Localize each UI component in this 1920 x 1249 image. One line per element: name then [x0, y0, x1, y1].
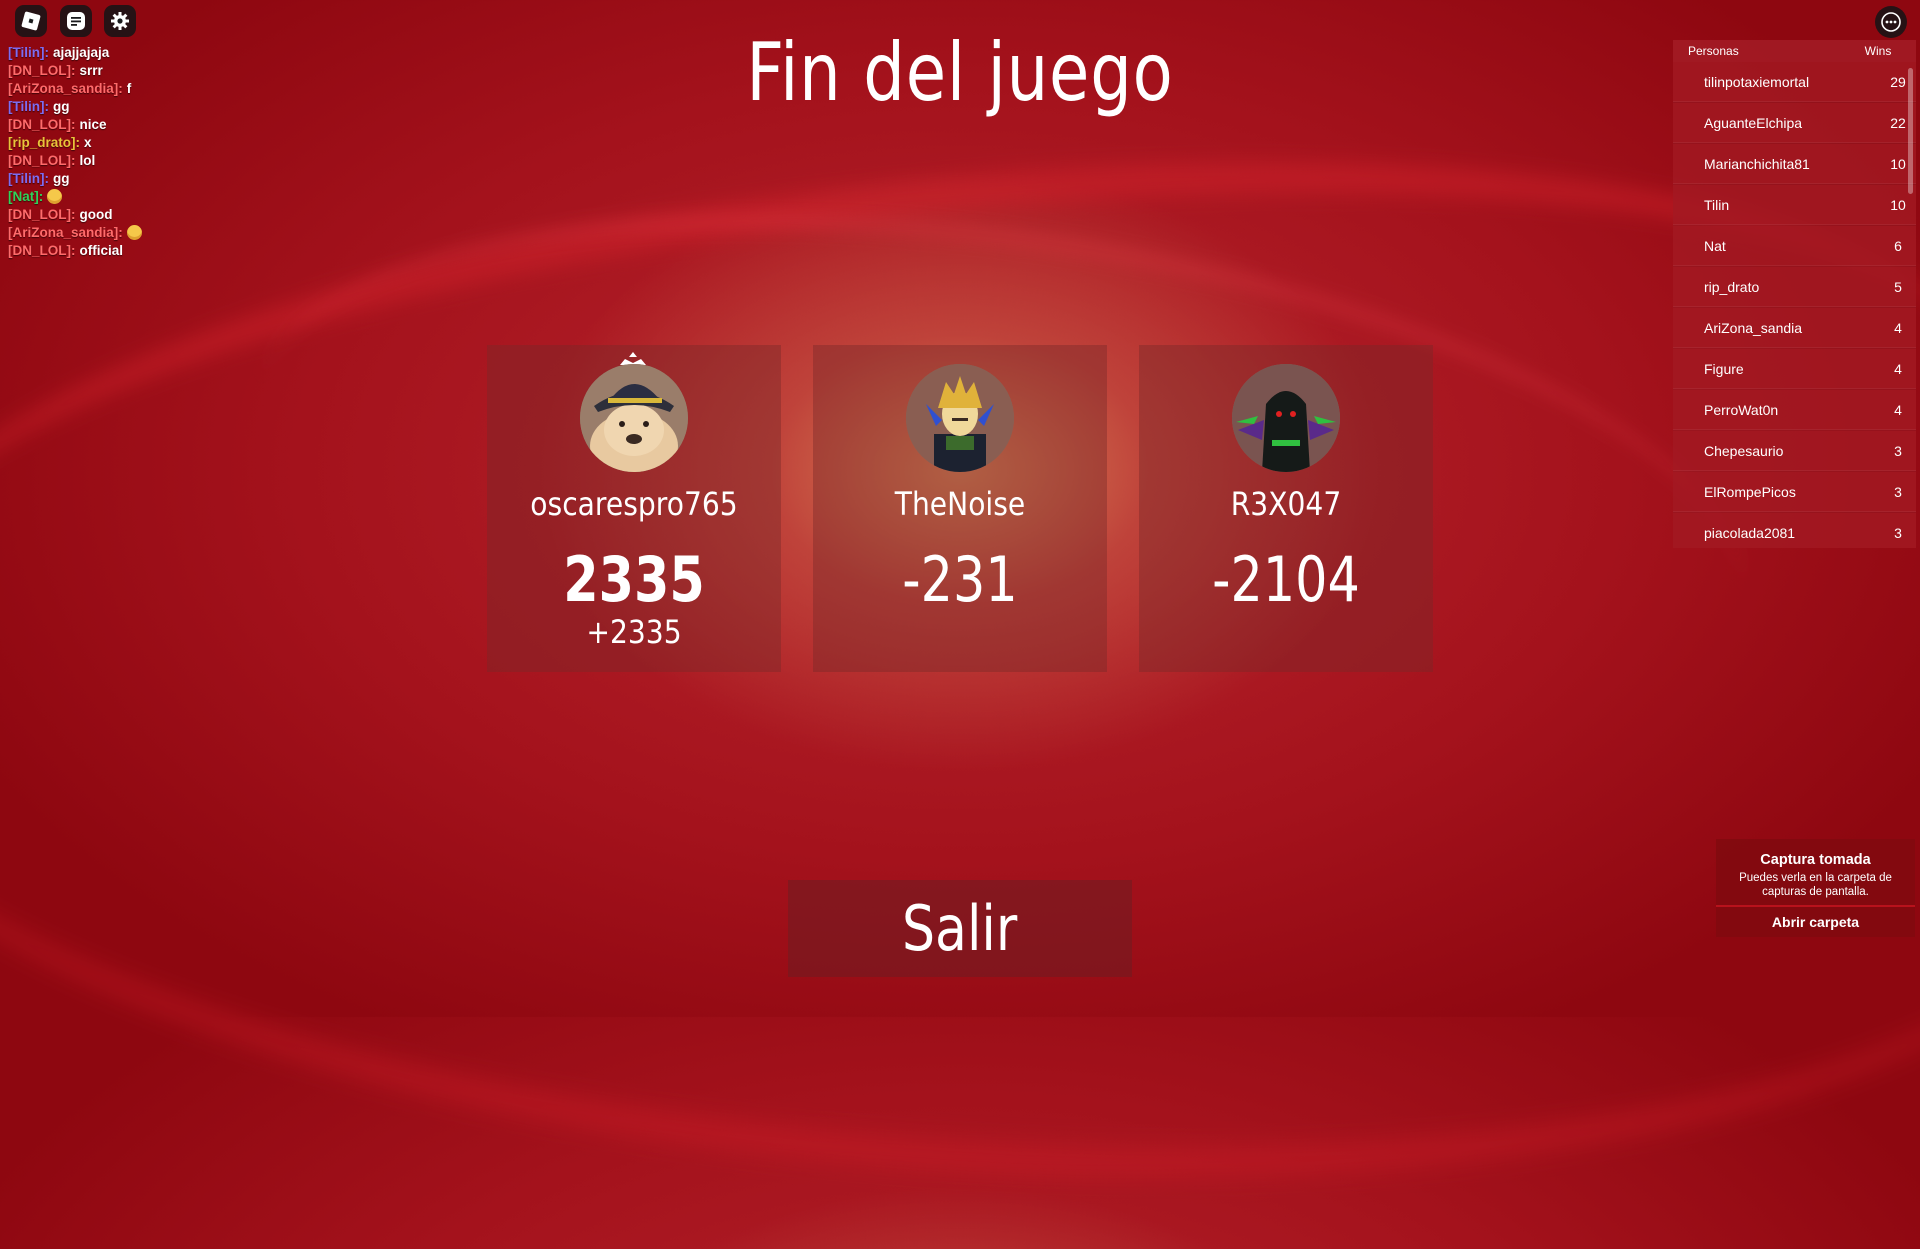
chat-author[interactable]: [DN_LOL]: [8, 243, 76, 258]
player-score-delta: +2335 [586, 613, 682, 651]
leaderboard-player-name: Nat [1704, 237, 1726, 254]
chat-author[interactable]: [Tilin]: [8, 99, 49, 114]
player-score: -231 [902, 543, 1018, 616]
chat-author[interactable]: [Tilin]: [8, 45, 49, 60]
grinning-sweat-emoji [47, 189, 63, 204]
page-title: Fin del juego [746, 26, 1174, 119]
player-score: 2335 [563, 543, 705, 616]
player-score: -2104 [1212, 543, 1360, 616]
leaderboard-wins: 4 [1894, 401, 1902, 418]
chat-author[interactable]: [Tilin]: [8, 171, 49, 186]
player-name: TheNoise [894, 485, 1026, 523]
chat-message: [Tilin]: gg [8, 170, 208, 188]
chat-text: gg [53, 171, 70, 186]
chat-icon [67, 12, 85, 30]
chat-text: lol [79, 153, 96, 168]
player-avatar [1232, 364, 1340, 472]
player-name: R3X047 [1230, 485, 1342, 523]
leaderboard-row[interactable]: rip_drato 5 [1673, 267, 1916, 307]
more-options-icon [1881, 12, 1901, 32]
leaderboard-player-name: AguanteElchipa [1704, 114, 1803, 131]
roblox-logo-icon [21, 11, 41, 31]
leaderboard-player-name: PerroWat0n [1704, 401, 1779, 418]
chat-message: [DN_LOL]: lol [8, 152, 208, 170]
leaderboard-player-name: ElRompePicos [1704, 483, 1796, 500]
leaderboard-player-name: rip_drato [1704, 278, 1760, 295]
chat-author[interactable]: [AriZona_sandia]: [8, 81, 123, 96]
chat-text: good [79, 207, 113, 222]
leaderboard-row[interactable]: Chepesaurio 3 [1673, 431, 1916, 471]
chat-message: [DN_LOL]: good [8, 206, 208, 224]
player-name: oscarespro765 [530, 485, 738, 523]
player-card: oscarespro765 2335 +2335 [487, 345, 781, 672]
settings-button[interactable] [104, 5, 136, 37]
gear-icon [111, 12, 129, 30]
chat-message: [Nat]: [8, 188, 208, 206]
leaderboard-wins: 6 [1894, 237, 1902, 254]
toast-body: Puedes verla en la carpeta de capturas d… [1739, 872, 1892, 898]
player-avatar [906, 364, 1014, 472]
leaderboard-wins: 10 [1890, 196, 1906, 213]
leaderboard-player-name: Tilin [1704, 196, 1730, 213]
chat-author[interactable]: [DN_LOL]: [8, 153, 76, 168]
chat-text: nice [79, 117, 107, 132]
chat-text: x [84, 135, 92, 150]
leaderboard-row[interactable]: PerroWat0n 4 [1673, 390, 1916, 430]
leaderboard-row[interactable]: tilinpotaxiemortal 29 [1673, 62, 1916, 102]
leaderboard-row[interactable]: Tilin 10 [1673, 185, 1916, 225]
toast-title: Captura tomada [1760, 852, 1871, 868]
chat-author[interactable]: [DN_LOL]: [8, 207, 76, 222]
leaderboard-player-name: Chepesaurio [1704, 442, 1784, 459]
leaderboard-wins: 4 [1894, 319, 1902, 336]
chat-text: srrr [79, 63, 103, 78]
leaderboard-row[interactable]: ElRompePicos 3 [1673, 472, 1916, 512]
chat-author[interactable]: [AriZona_sandia]: [8, 225, 123, 240]
leaderboard-player-name: Figure [1704, 360, 1744, 377]
leaderboard-scrollbar[interactable] [1908, 68, 1913, 194]
chat-text: gg [53, 99, 70, 114]
grinning-sweat-emoji [126, 225, 142, 240]
leaderboard-wins: 3 [1894, 524, 1902, 541]
chat-text: official [79, 243, 124, 258]
exit-button-label: Salir [902, 892, 1018, 965]
leaderboard-col-name: Personas [1688, 44, 1739, 58]
leaderboard: Personas Wins tilinpotaxiemortal 29 Aguant… [1673, 40, 1916, 548]
open-folder-button[interactable]: Abrir carpeta [1716, 905, 1915, 937]
leaderboard-row[interactable]: piacolada2081 3 [1673, 513, 1916, 548]
exit-button[interactable]: Salir [788, 880, 1132, 977]
leaderboard-wins: 5 [1894, 278, 1902, 295]
leaderboard-player-name: piacolada2081 [1704, 524, 1796, 541]
chat-author[interactable]: [DN_LOL]: [8, 63, 76, 78]
chat-author[interactable]: [DN_LOL]: [8, 117, 76, 132]
leaderboard-wins: 3 [1894, 483, 1902, 500]
leaderboard-row[interactable]: Figure 4 [1673, 349, 1916, 389]
chat-message: [AriZona_sandia]: [8, 224, 208, 242]
leaderboard-wins: 4 [1894, 360, 1902, 377]
leaderboard-player-name: AriZona_sandia [1704, 319, 1803, 336]
screenshot-toast: Captura tomada Puedes verla en la carpet… [1716, 839, 1915, 937]
roblox-menu-button[interactable] [15, 5, 47, 37]
chat-text: ajajjajaja [53, 45, 110, 60]
chat-author[interactable]: [Nat]: [8, 189, 43, 204]
leaderboard-player-name: tilinpotaxiemortal [1704, 73, 1810, 90]
leaderboard-row[interactable]: AguanteElchipa 22 [1673, 103, 1916, 143]
player-avatar [580, 364, 688, 472]
chat-button[interactable] [60, 5, 92, 37]
leaderboard-row[interactable]: Nat 6 [1673, 226, 1916, 266]
chat-text: f [126, 81, 132, 96]
leaderboard-row[interactable]: Marianchichita81 10 [1673, 144, 1916, 184]
chat-message: [rip_drato]: x [8, 134, 208, 152]
leaderboard-col-wins: Wins [1864, 44, 1892, 58]
leaderboard-header: Personas Wins [1673, 40, 1916, 62]
leaderboard-wins: 3 [1894, 442, 1902, 459]
more-options-button[interactable] [1875, 6, 1907, 38]
leaderboard-player-name: Marianchichita81 [1704, 155, 1810, 172]
player-card: TheNoise -231 [813, 345, 1107, 672]
player-card: R3X047 -2104 [1139, 345, 1433, 672]
chat-message: [DN_LOL]: official [8, 242, 208, 260]
chat-author[interactable]: [rip_drato]: [8, 135, 80, 150]
leaderboard-row[interactable]: AriZona_sandia 4 [1673, 308, 1916, 348]
